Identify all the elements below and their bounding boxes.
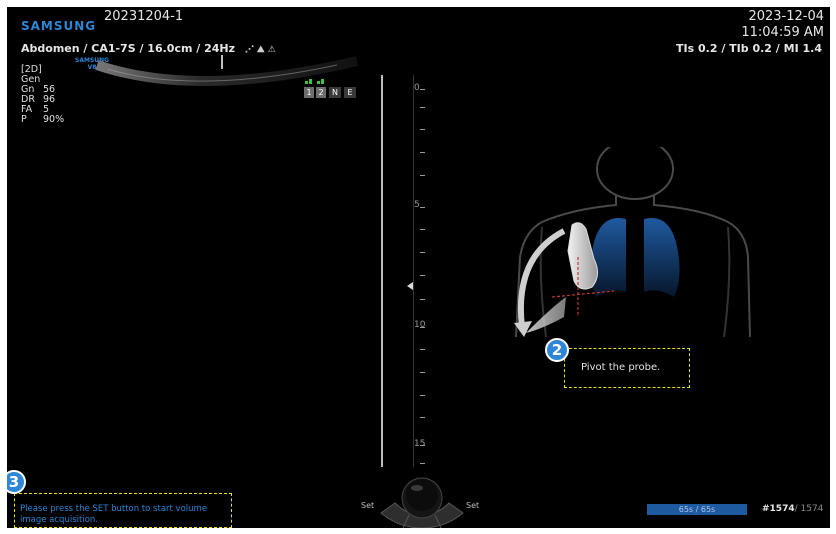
- frame-current: #1574: [762, 504, 795, 514]
- guide-instruction: Pivot the probe.: [581, 362, 661, 373]
- ruler-tick: [420, 372, 425, 373]
- ruler-label: 15: [414, 439, 426, 449]
- step-badge-3: 3: [7, 470, 26, 494]
- focus-button-e[interactable]: E: [344, 87, 356, 98]
- ruler-label: 10: [414, 320, 426, 330]
- focus-button-1[interactable]: 1: [304, 87, 314, 98]
- brand-logo: SAMSUNG: [21, 19, 97, 33]
- trackball-right-label: Set: [466, 501, 480, 510]
- ruler-tick: [420, 275, 425, 276]
- scan-line: [381, 75, 383, 467]
- exam-date: 2023-12-04: [748, 9, 824, 24]
- trackball-control[interactable]: [379, 473, 465, 528]
- ultrasound-image-arc: [95, 55, 359, 87]
- frame-counter: #1574/ 1574: [762, 504, 823, 514]
- torso-probe-illustration: [514, 147, 751, 338]
- ruler-tick: [420, 299, 425, 300]
- ruler-label: 5: [414, 200, 420, 210]
- ruler-tick: [420, 107, 425, 108]
- param-row: P 90%: [21, 114, 65, 125]
- step-badge-2: 2: [545, 338, 569, 362]
- trackball-left-label: Set: [361, 501, 375, 510]
- ruler-label: 0: [414, 83, 420, 93]
- ruler-tick: [420, 252, 425, 253]
- progress-label: 65s / 65s: [678, 505, 716, 514]
- ruler-tick: [420, 89, 425, 90]
- ruler-tick: [420, 129, 425, 130]
- ruler-tick: [420, 207, 425, 208]
- acquisition-progress-bar: 65s / 65s: [647, 504, 747, 515]
- focus-button-2[interactable]: 2: [316, 87, 326, 98]
- frame-total: / 1574: [794, 504, 824, 514]
- ruler-tick: [420, 463, 425, 464]
- message-callout: Please press the SET button to start vol…: [14, 493, 232, 528]
- ruler-tick: [420, 229, 425, 230]
- ruler-tick: [420, 349, 425, 350]
- guide-callout: Pivot the probe.: [564, 348, 690, 388]
- focus-button-n[interactable]: N: [329, 87, 341, 98]
- ruler-tick: [420, 417, 425, 418]
- focus-marker-icon: [407, 282, 413, 290]
- status-message: Please press the SET button to start vol…: [20, 504, 208, 525]
- imaging-parameters: [2D] Gen Gn 56 DR 96 FA 5 P 90%: [21, 65, 64, 125]
- thermal-mechanical-indices: TIs 0.2 / TIb 0.2 / MI 1.4: [676, 42, 822, 55]
- ruler-tick: [420, 395, 425, 396]
- ruler-tick: [420, 152, 425, 153]
- ultrasound-screen: SAMSUNG 20231204-1 2023-12-04 11:04:59 A…: [7, 7, 830, 528]
- focus-indicator-icon: [305, 79, 327, 85]
- patient-id: 20231204-1: [104, 9, 184, 24]
- depth-ruler: [413, 75, 414, 467]
- ruler-tick: [420, 175, 425, 176]
- exam-time: 11:04:59 AM: [741, 25, 824, 40]
